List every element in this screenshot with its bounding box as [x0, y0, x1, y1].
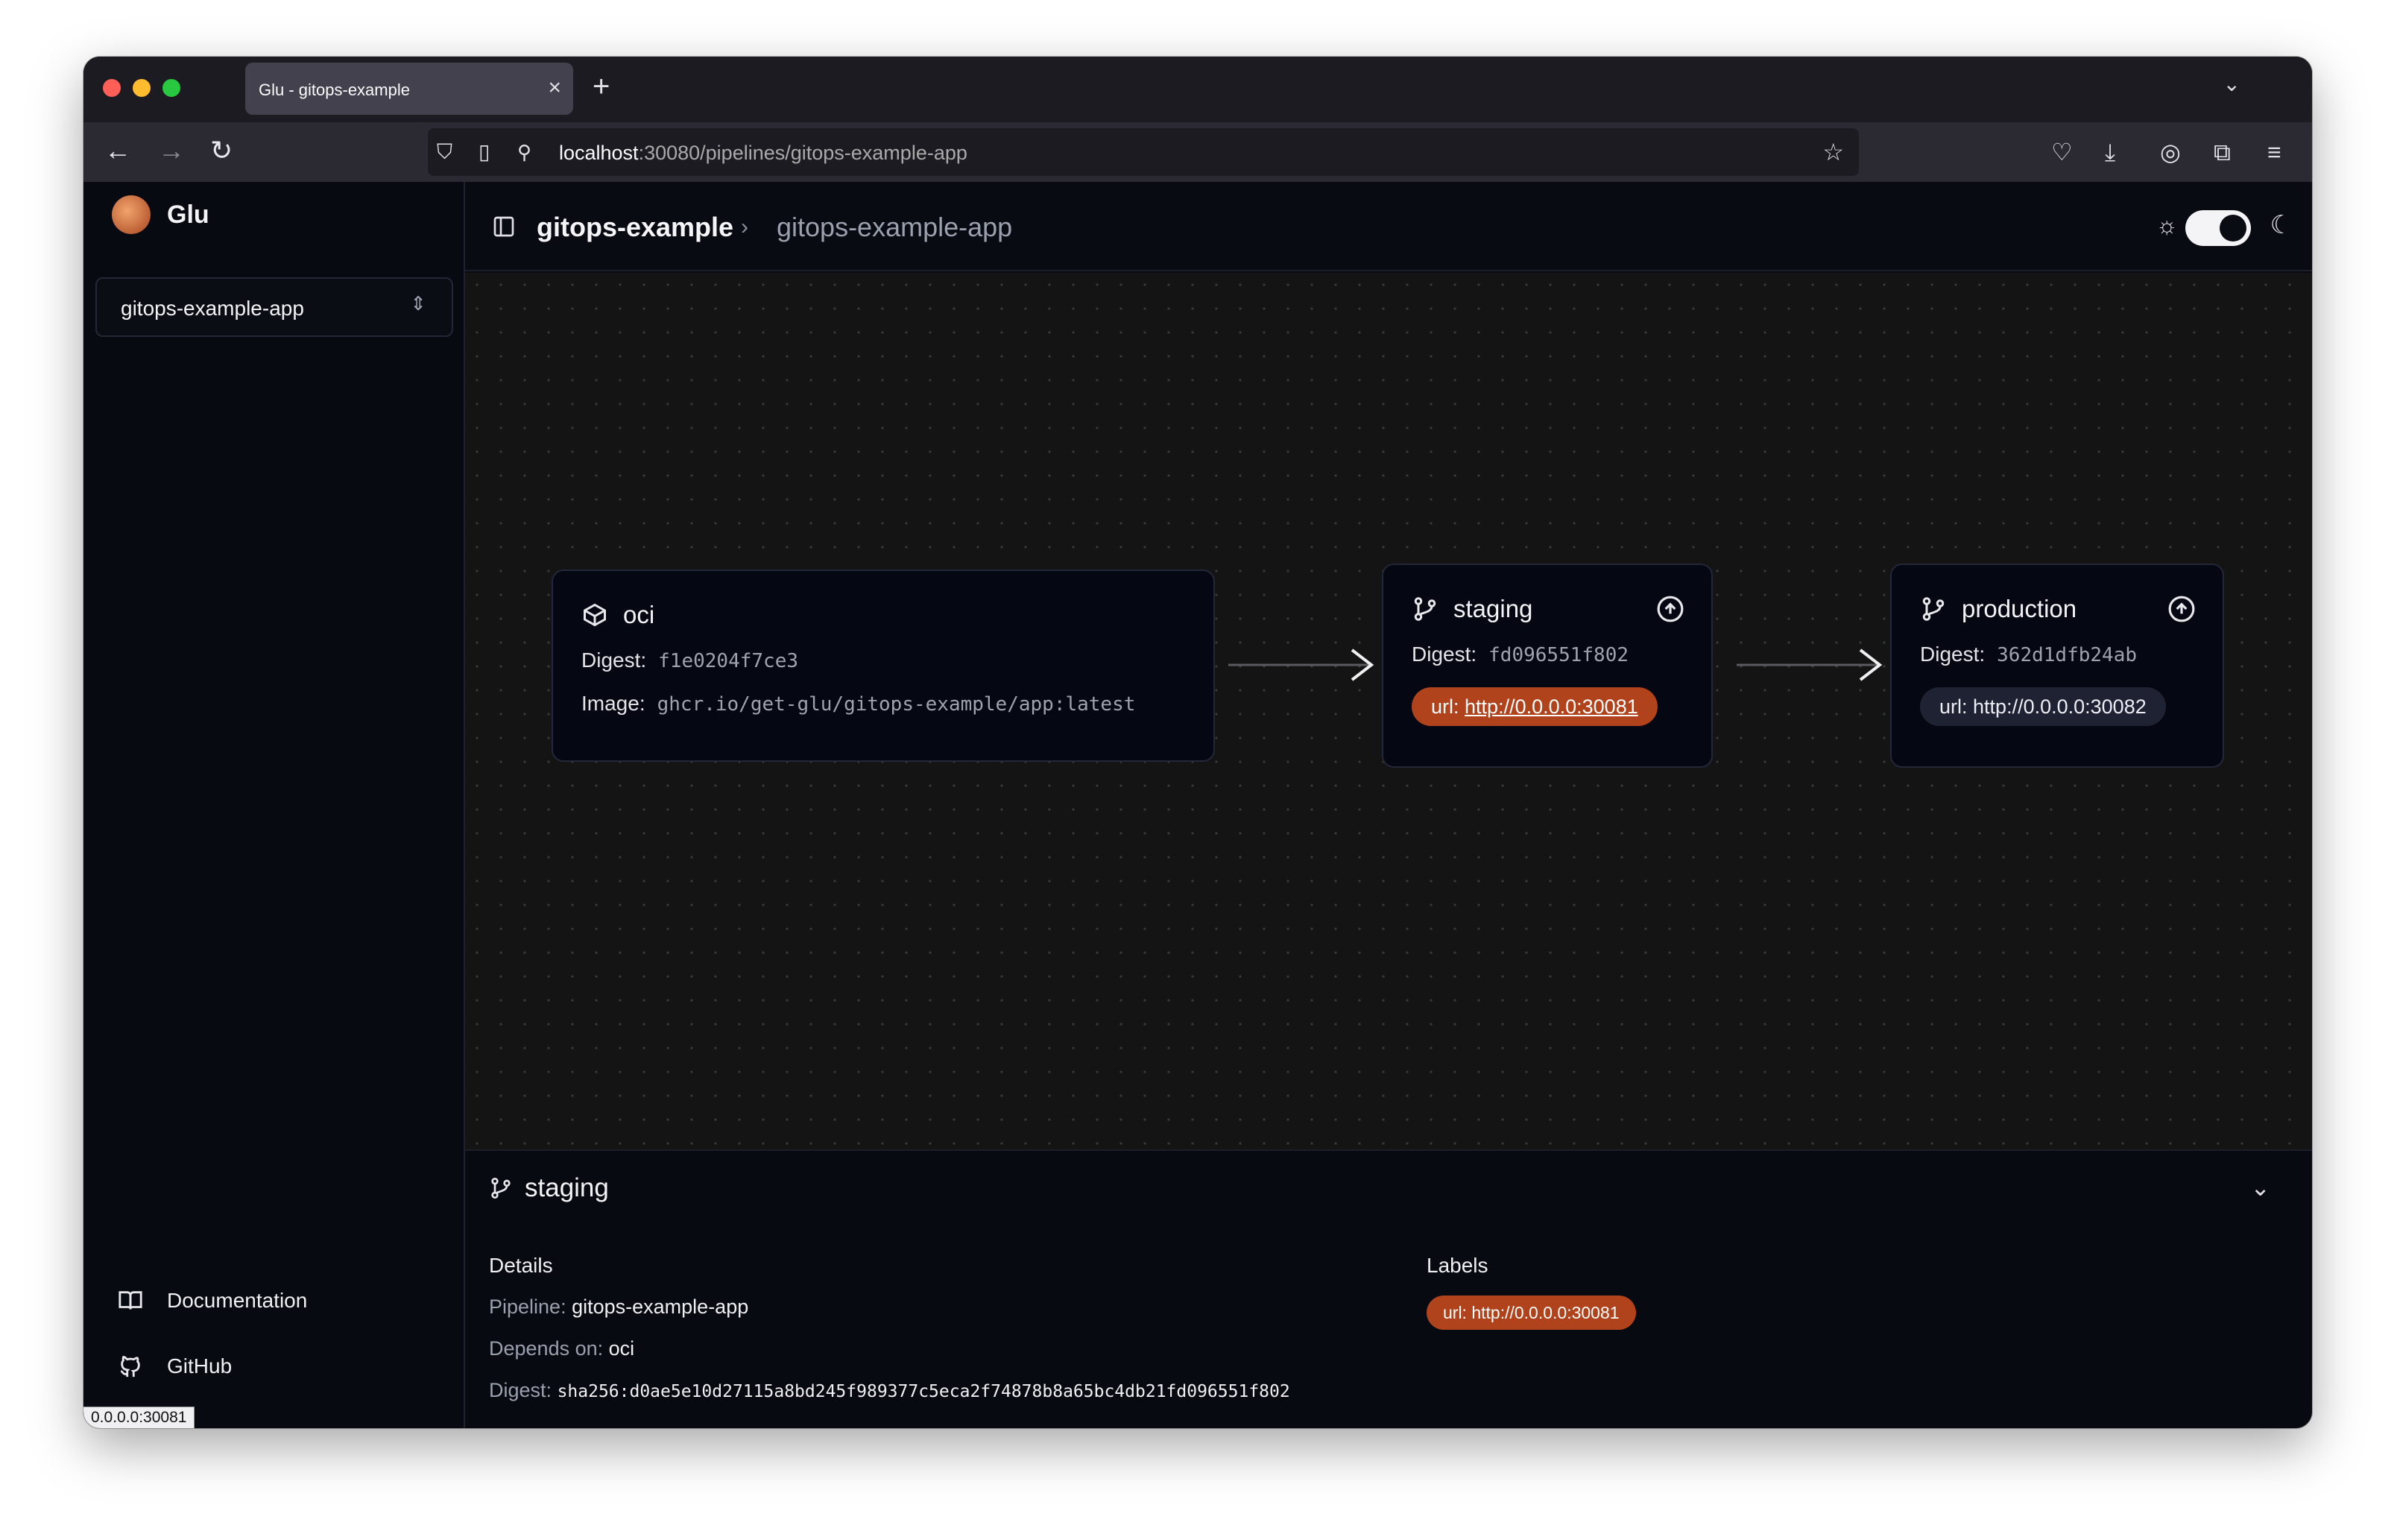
sidebar-item-label: GitHub	[167, 1354, 233, 1378]
page-header: gitops-example › gitops-example-app ☼ ☾	[465, 182, 2312, 271]
labels-heading: Labels	[1427, 1254, 1488, 1277]
pipeline-canvas[interactable]: oci Digest: f1e0204f7ce3 Image: ghcr.io/ge…	[465, 273, 2312, 1309]
brand-name: Glu	[167, 200, 209, 229]
new-tab-icon[interactable]: +	[593, 70, 610, 103]
node-label-pill: url: http://0.0.0.0:30082	[1920, 687, 2166, 726]
account-icon[interactable]: ◎	[2160, 137, 2181, 167]
node-title: staging	[1453, 595, 1533, 622]
moon-icon: ☾	[2270, 211, 2293, 239]
brand[interactable]: Glu	[112, 195, 209, 234]
node-header: production	[1920, 595, 2077, 623]
node-header: oci	[581, 601, 654, 629]
node-url-link[interactable]: http://0.0.0.0:30081	[1465, 695, 1638, 718]
details-panel: staging ⌄ Details Pipeline: gitops-examp…	[465, 1149, 2312, 1428]
breadcrumb-separator-icon: ›	[741, 215, 748, 239]
bookmark-star-icon[interactable]: ☆	[1822, 136, 1844, 168]
book-icon	[119, 1291, 142, 1310]
git-branch-icon	[1922, 597, 1945, 621]
close-tab-icon[interactable]: ×	[548, 73, 561, 103]
app-page: Glu gitops-example-app ⇕ Documentation G…	[83, 182, 2312, 1428]
chevrons-up-down-icon: ⇕	[410, 292, 426, 315]
tab-title: Glu - gitops-example	[259, 81, 410, 99]
download-icon[interactable]: ⤓	[2105, 137, 2115, 167]
node-production[interactable]: production Digest: 362d1dfb24ab url: http…	[1890, 564, 2224, 768]
pipeline-selector-value: gitops-example-app	[121, 297, 304, 320]
git-branch-icon	[1414, 597, 1436, 621]
browser-tab[interactable]: Glu - gitops-example ×	[245, 63, 573, 115]
node-digest: Digest: f1e0204f7ce3	[581, 648, 798, 672]
node-image: Image: ghcr.io/get-glu/gitops-example/app…	[581, 692, 1136, 716]
pipeline-selector[interactable]: gitops-example-app ⇕	[95, 277, 453, 337]
node-digest: Digest: 362d1dfb24ab	[1920, 643, 2137, 666]
detail-digest: Digest: sha256:d0ae5e10d27115a8bd245f989…	[489, 1379, 1290, 1401]
browser-window: Glu - gitops-example × + ⌄ ← → ↻ ⛉ ▯ ⚲ l…	[83, 57, 2312, 1428]
sidebar-item-label: Documentation	[167, 1289, 308, 1312]
detail-depends-on: Depends on: oci	[489, 1337, 635, 1360]
package-icon	[584, 603, 606, 627]
close-window-button[interactable]	[103, 79, 121, 97]
details-heading: Details	[489, 1254, 553, 1277]
edge-oci-staging	[1228, 648, 1374, 681]
breadcrumb-current: gitops-example-app	[777, 212, 1013, 242]
github-icon	[120, 1355, 140, 1378]
menu-icon[interactable]: ≡	[2267, 137, 2281, 167]
sidebar: Glu gitops-example-app ⇕ Documentation G…	[83, 182, 465, 1428]
forward-icon[interactable]: →	[158, 134, 185, 167]
sidebar-item-documentation[interactable]: Documentation	[118, 1288, 307, 1313]
breadcrumb-root[interactable]: gitops-example	[537, 212, 733, 243]
glu-logo-icon	[112, 195, 151, 234]
node-oci[interactable]: oci Digest: f1e0204f7ce3 Image: ghcr.io/ge…	[552, 569, 1215, 762]
nav-bar: ← → ↻ ⛉ ▯ ⚲ localhost:30080/pipelines/gi…	[83, 122, 2312, 182]
sun-icon: ☼	[2156, 212, 2178, 239]
theme-toggle[interactable]	[2185, 210, 2251, 246]
sidebar-toggle-icon[interactable]	[492, 215, 516, 239]
pocket-icon[interactable]: ♡	[2051, 137, 2073, 167]
node-header: staging	[1412, 595, 1532, 623]
toggle-knob	[2220, 215, 2246, 242]
shield-icon[interactable]: ⛉	[437, 136, 452, 168]
node-digest: Digest: fd096551f802	[1412, 643, 1629, 666]
page-icon[interactable]: ▯	[479, 136, 490, 168]
edge-staging-production	[1737, 648, 1883, 681]
label-pill: url: http://0.0.0.0:30081	[1427, 1296, 1636, 1330]
maximize-window-button[interactable]	[162, 79, 180, 97]
node-title: production	[1962, 595, 2077, 622]
tab-bar: Glu - gitops-example × + ⌄	[83, 57, 2312, 122]
back-icon[interactable]: ←	[104, 134, 131, 167]
node-label-pill: url: http://0.0.0.0:30081	[1412, 687, 1658, 726]
address-bar[interactable]: ⛉ ▯ ⚲ localhost:30080/pipelines/gitops-e…	[428, 128, 1859, 176]
permissions-icon[interactable]: ⚲	[517, 136, 531, 168]
detail-pipeline: Pipeline: gitops-example-app	[489, 1296, 749, 1318]
status-url-tooltip: 0.0.0.0:30081	[83, 1407, 195, 1428]
node-title: oci	[623, 601, 655, 628]
sidebar-item-github[interactable]: GitHub	[118, 1354, 232, 1379]
node-staging[interactable]: staging Digest: fd096551f802 url: http://…	[1382, 564, 1713, 768]
url-text: localhost:30080/pipelines/gitops-example…	[559, 142, 967, 164]
promote-icon[interactable]	[2167, 595, 2196, 623]
extensions-icon[interactable]: ⧉	[2214, 137, 2231, 167]
tab-list-chevron-icon[interactable]: ⌄	[2223, 72, 2240, 96]
minimize-window-button[interactable]	[133, 79, 151, 97]
collapse-chevron-icon[interactable]: ⌄	[2250, 1173, 2270, 1202]
git-branch-icon	[491, 1178, 511, 1199]
promote-icon[interactable]	[1656, 595, 1684, 623]
panel-title: staging	[489, 1173, 609, 1203]
reload-icon[interactable]: ↻	[210, 134, 233, 167]
